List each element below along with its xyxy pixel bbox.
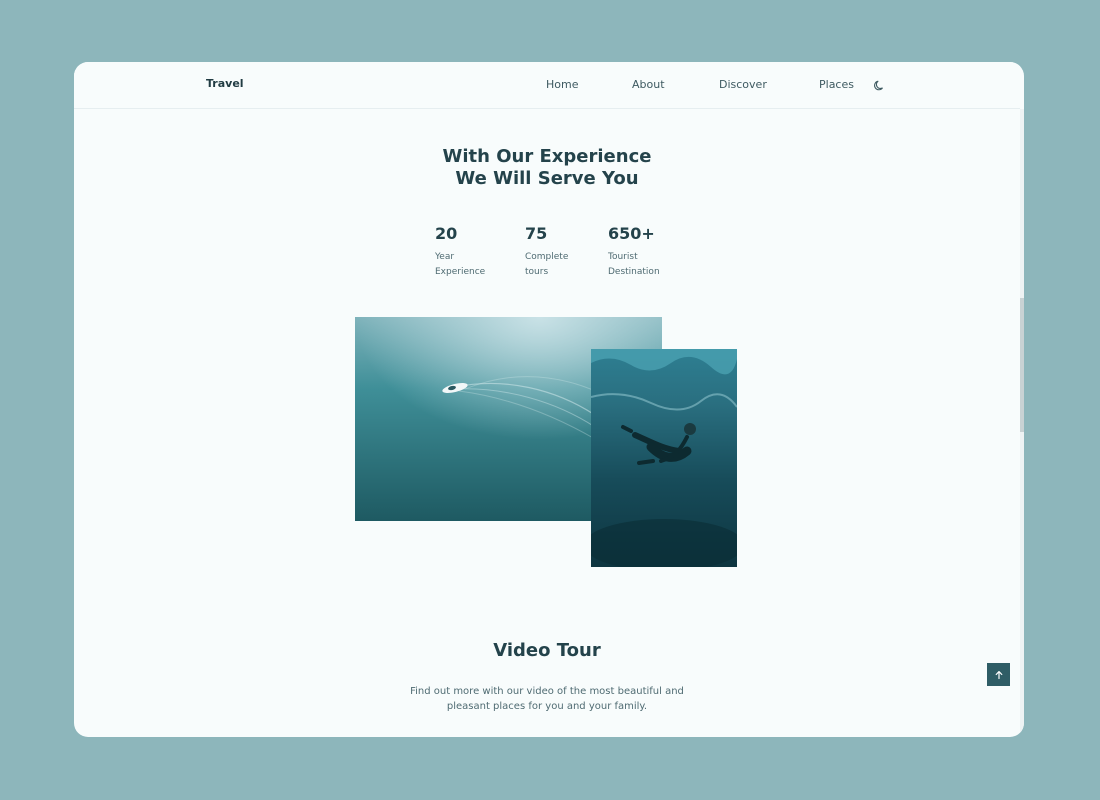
stat-label: Complete tours — [525, 252, 569, 277]
experience-title: With Our Experience We Will Serve You — [74, 146, 1020, 190]
stat-number: 650+ — [608, 224, 655, 243]
stat-tours: 75 Complete tours — [525, 224, 605, 280]
app-window: Travel Home About Discover Places With O… — [74, 62, 1024, 737]
scrollbar-thumb[interactable] — [1020, 298, 1024, 432]
nav-home[interactable]: Home — [546, 78, 578, 91]
scroll-up-button[interactable] — [987, 663, 1010, 686]
nav-places[interactable]: Places — [819, 78, 854, 91]
stat-destinations: 650+ Tourist Destination — [608, 224, 688, 280]
site-header: Travel Home About Discover Places — [74, 62, 1020, 109]
experience-title-line1: With Our Experience — [442, 146, 652, 167]
video-tour-description: Find out more with our video of the most… — [410, 686, 684, 712]
video-tour-title: Video Tour — [493, 640, 601, 661]
diver-underwater-image — [591, 349, 737, 567]
stat-label: Tourist Destination — [608, 252, 660, 277]
moon-icon — [874, 80, 883, 91]
nav-about[interactable]: About — [632, 78, 665, 91]
theme-toggle-button[interactable] — [873, 77, 887, 91]
stat-number: 20 — [435, 224, 458, 243]
logo-link[interactable]: Travel — [206, 77, 244, 90]
nav-discover[interactable]: Discover — [719, 78, 767, 91]
stat-years: 20 Year Experience — [435, 224, 515, 280]
stat-label: Year Experience — [435, 252, 486, 277]
stat-number: 75 — [525, 224, 548, 243]
arrow-up-icon — [995, 670, 1002, 679]
experience-title-line2: We Will Serve You — [455, 168, 639, 189]
